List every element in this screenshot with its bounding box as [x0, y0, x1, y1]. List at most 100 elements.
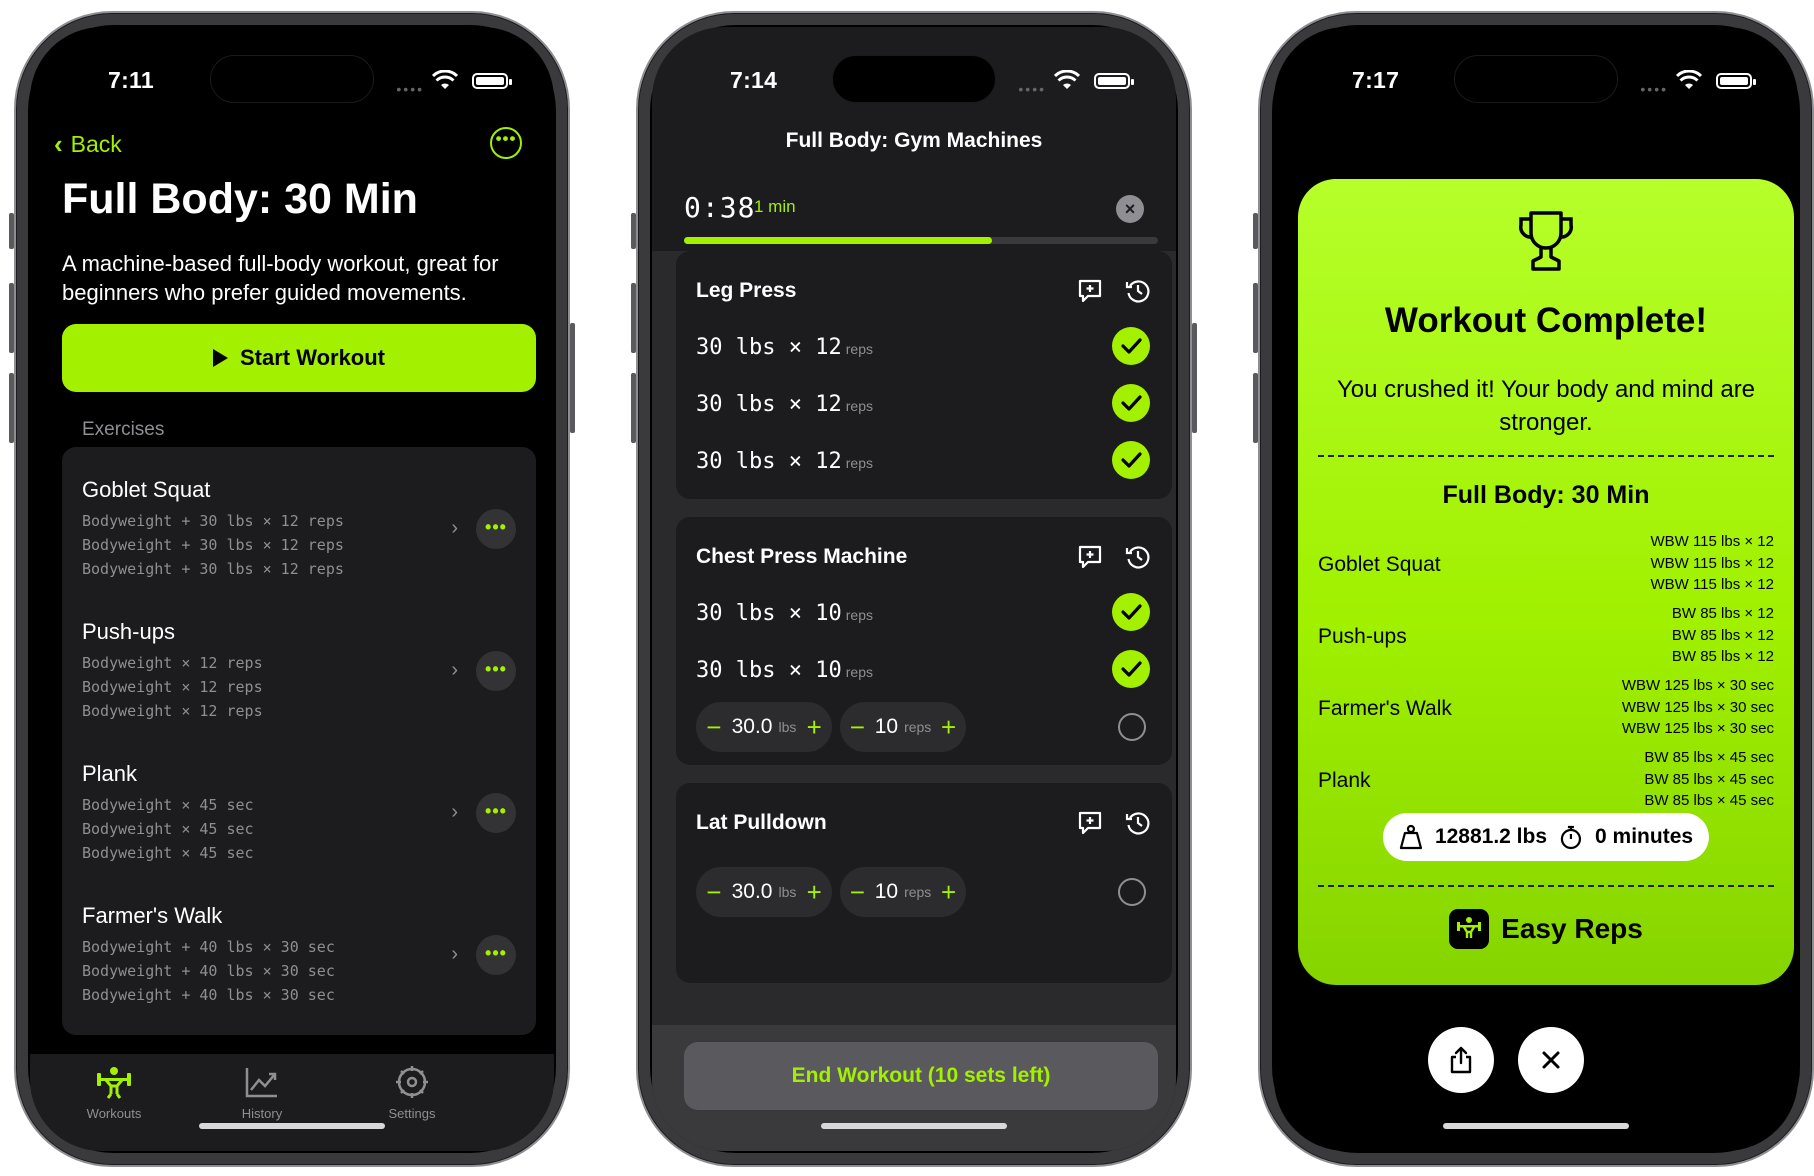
add-note-icon[interactable] [1076, 543, 1104, 571]
incomplete-circle-icon[interactable] [1118, 878, 1146, 906]
wifi-icon [1054, 70, 1080, 89]
battery-icon [1094, 73, 1134, 89]
tab-history[interactable]: History [202, 1064, 322, 1121]
checkmark-icon[interactable] [1112, 327, 1150, 365]
app-logo-icon [1449, 909, 1490, 949]
exercise-name: Plank [1318, 769, 1371, 792]
exercise-card: Leg Press 30 lbs × 12 reps 30 lbs × 12 rep… [676, 251, 1172, 499]
set-line: WBW 115 lbs × 12 [1650, 533, 1774, 550]
history-icon[interactable] [1124, 277, 1152, 305]
set-value: 30 lbs × 12 reps [696, 335, 873, 360]
ellipsis-icon[interactable]: ••• [476, 793, 516, 833]
close-timer-button[interactable]: × [1116, 195, 1144, 223]
checkmark-icon[interactable] [1112, 441, 1150, 479]
set-line: Bodyweight × 12 reps [82, 702, 263, 720]
reps-value[interactable]: 10 [875, 715, 898, 739]
tab-label: Workouts [86, 1106, 142, 1121]
checkmark-icon[interactable] [1112, 384, 1150, 422]
exercise-sets: Bodyweight × 12 reps Bodyweight × 12 rep… [82, 651, 263, 723]
exercise-sets: WBW 115 lbs × 12 WBW 115 lbs × 12 WBW 11… [1650, 531, 1774, 596]
weight-value[interactable]: 30.0 [732, 880, 773, 904]
workout-description: A machine-based full-body workout, great… [62, 251, 499, 305]
elapsed-timer: 0:38 [684, 191, 756, 224]
ellipsis-icon[interactable]: ••• [476, 509, 516, 549]
plus-icon[interactable]: + [796, 877, 832, 908]
minus-icon[interactable]: − [840, 877, 875, 908]
add-note-icon[interactable] [1076, 809, 1104, 837]
checkmark-icon[interactable] [1112, 650, 1150, 688]
add-note-icon[interactable] [1076, 277, 1104, 305]
exercise-sets: BW 85 lbs × 12 BW 85 lbs × 12 BW 85 lbs … [1672, 603, 1774, 668]
plus-icon[interactable]: + [796, 712, 832, 743]
chevron-right-icon: › [451, 517, 458, 539]
weight-stepper[interactable]: − 30.0 lbs + [696, 702, 832, 752]
phone-active-workout: 7:14 •••• Full Body: Gym Machines 0:38 1… [631, 11, 1197, 1167]
set-line: BW 85 lbs × 45 sec [1644, 749, 1774, 766]
start-workout-button[interactable]: Start Workout [62, 324, 536, 392]
ellipsis-icon[interactable]: ••• [476, 935, 516, 975]
reps-stepper[interactable]: − 10 reps + [840, 867, 966, 917]
dashed-divider [1318, 455, 1774, 457]
set-line: Bodyweight + 30 lbs × 12 reps [82, 512, 344, 530]
plus-icon[interactable]: + [931, 712, 966, 743]
dynamic-island [1454, 55, 1618, 103]
ellipsis-circle-icon[interactable]: ••• [490, 127, 522, 159]
share-icon [1450, 1046, 1472, 1074]
exercise-row[interactable]: Push-ups Bodyweight × 12 reps Bodyweight… [62, 601, 536, 741]
set-line: BW 85 lbs × 45 sec [1644, 770, 1774, 788]
share-button[interactable] [1428, 1027, 1494, 1093]
history-icon[interactable] [1124, 543, 1152, 571]
tab-settings[interactable]: Settings [352, 1064, 472, 1121]
progress-fill [684, 237, 993, 244]
back-button[interactable]: ‹ Back [54, 129, 122, 160]
set-line: BW 85 lbs × 12 [1671, 605, 1774, 622]
set-line: WBW 115 lbs × 12 [1650, 554, 1774, 572]
weight-stepper[interactable]: − 30.0 lbs + [696, 867, 832, 917]
exercise-sets: Bodyweight + 30 lbs × 12 reps Bodyweight… [82, 509, 344, 581]
workout-title: Full Body: Gym Machines [785, 129, 1043, 152]
set-line: WBW 125 lbs × 30 sec [1621, 698, 1774, 716]
checkmark-icon[interactable] [1112, 593, 1150, 631]
weight-unit: lbs [778, 884, 797, 900]
summary-exercise-row: Goblet Squat WBW 115 lbs × 12 WBW 115 lb… [1318, 531, 1774, 597]
reps-unit: reps [904, 719, 932, 735]
phone-workout-detail: 7:11 •••• ‹ Back ••• Full Body: 30 Min A… [9, 11, 575, 1167]
trophy-icon [1519, 211, 1573, 271]
set-line: Bodyweight × 12 reps [82, 654, 263, 672]
tab-workouts[interactable]: Workouts [54, 1064, 174, 1121]
set-row: 30 lbs × 10 reps [696, 650, 1152, 690]
brand-footer: Easy Reps [1298, 909, 1794, 949]
reps-stepper[interactable]: − 10 reps + [840, 702, 966, 752]
exercise-sets: Bodyweight + 40 lbs × 30 sec Bodyweight … [82, 935, 335, 1007]
exercise-row[interactable]: Goblet Squat Bodyweight + 30 lbs × 12 re… [62, 459, 536, 599]
ellipsis-icon[interactable]: ••• [476, 651, 516, 691]
minus-icon[interactable]: − [696, 712, 732, 743]
timer-label: 1 min [754, 197, 796, 216]
set-row-editing: − 30.0 lbs + − 10 reps + [696, 702, 1152, 752]
weight-value[interactable]: 30.0 [732, 715, 773, 739]
minus-icon[interactable]: − [840, 712, 875, 743]
status-time: 7:17 [1352, 67, 1400, 93]
exercise-card: Chest Press Machine 30 lbs × 10 reps 30 l… [676, 517, 1172, 765]
close-button[interactable] [1518, 1027, 1584, 1093]
history-icon[interactable] [1124, 809, 1152, 837]
reps-value[interactable]: 10 [875, 880, 898, 904]
set-line: Bodyweight + 40 lbs × 30 sec [82, 962, 335, 980]
set-row: 30 lbs × 12 reps [696, 441, 1152, 481]
exercise-name: Plank [82, 761, 138, 786]
workout-duration: 0 minutes [1595, 825, 1694, 848]
incomplete-circle-icon[interactable] [1118, 713, 1146, 741]
wifi-icon [432, 70, 458, 89]
plus-icon[interactable]: + [931, 877, 966, 908]
battery-icon [1716, 73, 1756, 89]
home-indicator [199, 1123, 385, 1129]
chevron-right-icon: › [451, 943, 458, 965]
set-row: 30 lbs × 10 reps [696, 593, 1152, 633]
exercise-row[interactable]: Plank Bodyweight × 45 sec Bodyweight × 4… [62, 743, 536, 883]
set-line: Bodyweight × 12 reps [82, 678, 263, 696]
minus-icon[interactable]: − [696, 877, 732, 908]
tab-label: Settings [388, 1106, 436, 1121]
end-workout-button[interactable]: End Workout (10 sets left) [684, 1042, 1158, 1110]
exercise-row[interactable]: Farmer's Walk Bodyweight + 40 lbs × 30 s… [62, 885, 536, 1025]
wifi-icon [1676, 70, 1702, 89]
